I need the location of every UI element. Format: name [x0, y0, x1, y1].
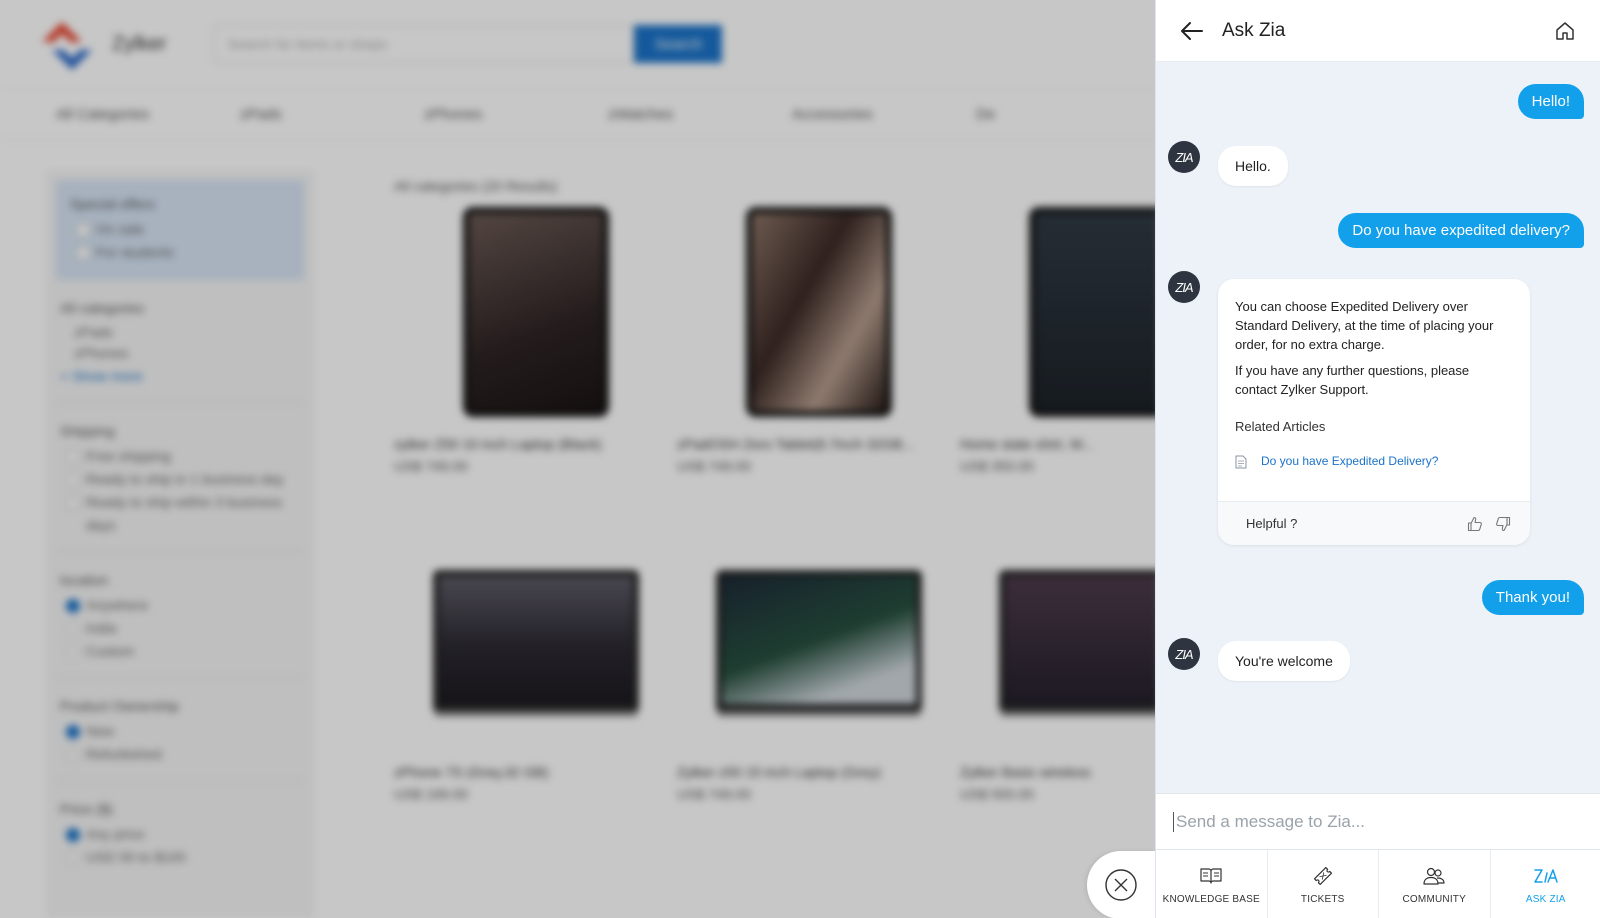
ticket-icon: [1313, 866, 1332, 885]
book-icon: [1200, 867, 1222, 884]
tab-label: ASK ZIA: [1525, 893, 1566, 905]
related-article-link[interactable]: Do you have Expedited Delivery?: [1235, 452, 1514, 471]
chat-area[interactable]: Hello! ZIA Hello. Do you have expedited …: [1156, 62, 1600, 793]
user-message: Thank you!: [1481, 580, 1584, 615]
panel-title: Ask Zia: [1222, 19, 1286, 41]
zia-icon: [1534, 868, 1558, 883]
document-icon: [1235, 455, 1247, 468]
bot-message: Hello.: [1218, 146, 1288, 186]
tab-label: TICKETS: [1300, 893, 1345, 905]
answer-text: If you have any further questions, pleas…: [1235, 363, 1470, 397]
community-icon: [1423, 867, 1445, 885]
arrow-left-icon: [1181, 21, 1203, 40]
thumbs-down-button[interactable]: [1492, 513, 1514, 535]
bottom-tab-bar: KNOWLEDGE BASE TICKETS COMMUNITY ASK ZIA: [1156, 850, 1600, 918]
message-input[interactable]: [1173, 811, 1573, 832]
thumbs-down-icon: [1496, 516, 1511, 531]
zia-avatar-icon: ZIA: [1168, 141, 1200, 173]
thumbs-up-button[interactable]: [1464, 513, 1486, 535]
tab-label: KNOWLEDGE BASE: [1162, 893, 1260, 905]
overlay-backdrop[interactable]: [0, 0, 1160, 918]
panel-header: Ask Zia: [1156, 0, 1600, 62]
related-article-label: Do you have Expedited Delivery?: [1261, 454, 1439, 468]
answer-text: You can choose Expedited Delivery over S…: [1235, 299, 1494, 352]
zia-avatar-icon: ZIA: [1168, 638, 1200, 670]
tab-ask-zia[interactable]: ASK ZIA: [1491, 850, 1600, 918]
thumbs-up-icon: [1467, 516, 1482, 531]
message-composer: [1156, 793, 1600, 850]
close-widget-button[interactable]: [1087, 851, 1155, 918]
user-message: Do you have expedited delivery?: [1338, 213, 1584, 248]
close-circle-icon: [1105, 869, 1137, 901]
tab-knowledge-base[interactable]: KNOWLEDGE BASE: [1156, 850, 1268, 918]
home-icon: [1556, 21, 1574, 40]
back-button[interactable]: [1178, 17, 1206, 45]
bot-message: You're welcome: [1218, 641, 1350, 681]
tab-community[interactable]: COMMUNITY: [1379, 850, 1491, 918]
ask-zia-panel: Ask Zia Hello! ZIA Hello. Do you have ex…: [1155, 0, 1600, 918]
zia-avatar-icon: ZIA: [1168, 271, 1200, 303]
home-button[interactable]: [1552, 18, 1578, 44]
tab-label: COMMUNITY: [1402, 893, 1466, 905]
tab-tickets[interactable]: TICKETS: [1268, 850, 1379, 918]
feedback-bar: Helpful ?: [1218, 501, 1530, 545]
user-message: Hello!: [1517, 84, 1584, 119]
bot-answer-card: You can choose Expedited Delivery over S…: [1218, 279, 1530, 545]
helpful-label: Helpful ?: [1246, 516, 1298, 531]
related-articles-title: Related Articles: [1235, 419, 1326, 434]
